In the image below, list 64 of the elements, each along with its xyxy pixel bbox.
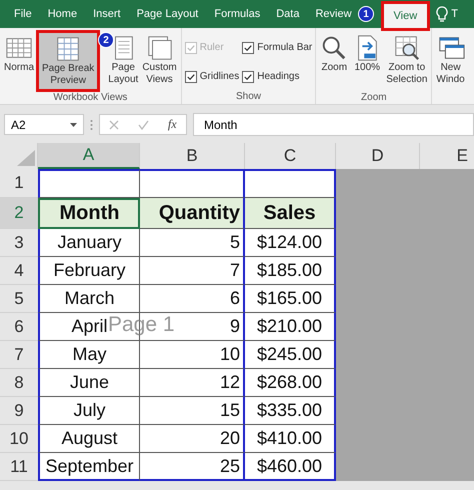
table-cell: 20	[140, 425, 245, 453]
checkbox-option[interactable]: Formula Bar	[242, 40, 312, 55]
table-cell: 25	[140, 453, 245, 481]
ribbon-button[interactable]: Custom Views	[140, 30, 179, 92]
table-cell: $165.00	[245, 285, 336, 313]
table-cell: February	[38, 257, 140, 285]
table-cell: 10	[140, 341, 245, 369]
ribbon-tab[interactable]: Formulas	[207, 0, 268, 28]
row-header[interactable]: 2	[0, 198, 38, 229]
ribbon-tab[interactable]: Review	[308, 0, 359, 28]
checkbox-option[interactable]: Gridlines	[184, 69, 240, 84]
table-cell: 6	[140, 285, 245, 313]
ribbon-tab[interactable]: Home	[40, 0, 84, 28]
table-cell: $210.00	[245, 313, 336, 341]
table-cell: 12	[140, 369, 245, 397]
table-cell: August	[38, 425, 140, 453]
table-cell: March	[38, 285, 140, 313]
ribbon-button[interactable]: Norma	[2, 30, 36, 92]
column-header[interactable]: A	[38, 143, 140, 169]
table-cell: Month	[38, 198, 140, 229]
table-cell: $335.00	[245, 397, 336, 425]
grid-magnifier-icon	[392, 34, 421, 62]
checkbox-icon[interactable]	[242, 70, 254, 82]
group-label: Workbook Views	[53, 92, 128, 103]
table-cell: 5	[140, 229, 245, 257]
check-icon[interactable]	[138, 120, 150, 130]
table-cell: June	[38, 369, 140, 397]
table-cell: $185.00	[245, 257, 336, 285]
table-cell: 15	[140, 397, 245, 425]
ribbon-button[interactable]: Zoom to Selection	[384, 30, 430, 92]
table-cell: 7	[140, 257, 245, 285]
formula-field[interactable]: Month	[193, 113, 474, 136]
checkbox-icon[interactable]	[242, 42, 254, 54]
dropdown-icon[interactable]	[70, 122, 77, 126]
table-cell: $460.00	[245, 453, 336, 481]
table-cell: $268.00	[245, 369, 336, 397]
table-cell: January	[38, 229, 140, 257]
name-box[interactable]: A2	[4, 114, 84, 135]
group-label: Show	[236, 91, 262, 102]
stacked-pages-icon	[146, 34, 174, 62]
table-cell: $245.00	[245, 341, 336, 369]
table-cell: September	[38, 453, 140, 481]
group-label: Zoom	[361, 92, 387, 103]
grip-icon	[90, 118, 93, 130]
table-cell: July	[38, 397, 140, 425]
ribbon-tab[interactable]: File	[7, 0, 39, 28]
ribbon-button[interactable]: Page Break Preview	[36, 30, 100, 92]
checkbox-icon[interactable]	[184, 70, 197, 82]
lightbulb-icon[interactable]	[436, 6, 448, 22]
ribbon-button[interactable]: 100%	[351, 30, 384, 92]
table-cell: Quantity	[140, 198, 245, 229]
table-cell: $124.00	[245, 229, 336, 257]
ribbon-button[interactable]: New Windo	[434, 30, 467, 92]
ribbon-tab[interactable]: Page Layout	[130, 0, 206, 28]
table-cell: Sales	[245, 198, 336, 229]
ribbon-button[interactable]: Zoom	[318, 30, 350, 92]
checkbox-option[interactable]: Headings	[242, 69, 312, 84]
ribbon-tab[interactable]: Data	[269, 0, 306, 28]
ribbon-tab[interactable]: View	[384, 4, 428, 28]
table-cell: $410.00	[245, 425, 336, 453]
table-cell: May	[38, 341, 140, 369]
tell-me-text[interactable]: T	[451, 8, 458, 20]
ribbon-tab[interactable]: Insert	[86, 0, 128, 28]
insert-function-button[interactable]: fx	[168, 117, 177, 132]
